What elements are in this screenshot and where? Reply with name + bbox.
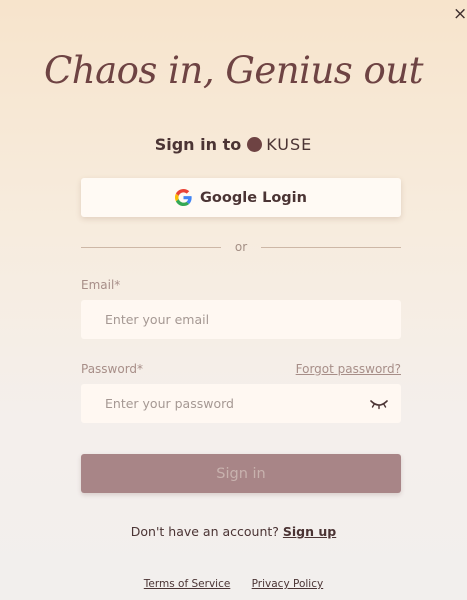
footer-links: Terms of Service Privacy Policy [0, 577, 467, 591]
divider-line-right [261, 246, 401, 248]
password-label: Password* [81, 362, 144, 376]
terms-of-service-link[interactable]: Terms of Service [144, 578, 231, 590]
signin-to-prefix: Sign in to [154, 135, 242, 154]
signup-prompt: Don't have an account? Sign up [0, 523, 467, 541]
headline: Chaos in, Genius out [43, 49, 424, 92]
sign-in-button[interactable]: Sign in [81, 454, 401, 493]
brand-logo-icon [247, 137, 263, 152]
google-login-button[interactable]: Google Login [81, 178, 401, 217]
brand-name: KUSE [266, 135, 313, 154]
email-field[interactable] [81, 300, 401, 339]
password-field[interactable] [81, 384, 401, 423]
divider-text: or [234, 240, 248, 254]
or-divider: or [81, 238, 401, 256]
sign-up-link[interactable]: Sign up [283, 524, 336, 539]
signin-to-heading: Sign in to KUSE [0, 134, 467, 156]
email-label: Email* [81, 278, 121, 292]
close-icon[interactable]: × [453, 4, 467, 24]
google-icon [175, 189, 192, 206]
eye-closed-icon[interactable] [369, 394, 389, 412]
privacy-policy-link[interactable]: Privacy Policy [252, 578, 324, 590]
divider-line-left [81, 246, 221, 248]
sign-in-label: Sign in [216, 465, 266, 482]
forgot-password-link[interactable]: Forgot password? [296, 361, 401, 377]
signup-prompt-text: Don't have an account? [130, 524, 279, 539]
google-login-label: Google Login [200, 189, 307, 206]
